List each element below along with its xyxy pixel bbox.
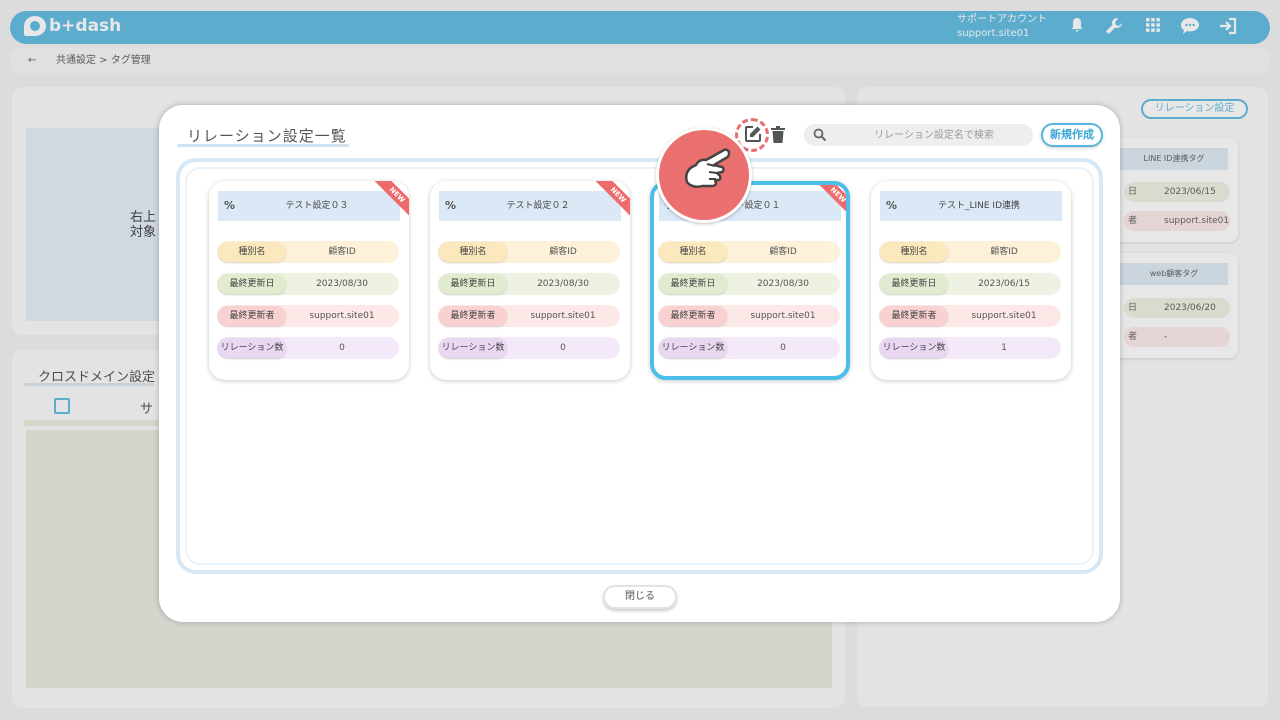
card-row-updated-date: 最終更新日 2023/06/15 [879,273,1061,295]
card-row-type: 種別名 顧客ID [438,241,620,263]
row-label: 最終更新日 [218,274,286,294]
search-input[interactable] [844,124,1024,146]
row-label: 最終更新者 [218,306,286,326]
card-row-relation-count: リレーション数 0 [658,337,840,359]
relation-card[interactable]: % テスト設定０２ NEW 種別名 顧客ID 最終更新日 2023/08/30 最終… [430,181,630,380]
pointing-hand-icon [656,127,752,223]
row-label: 最終更新日 [439,274,507,294]
relation-card[interactable]: % テスト_LINE ID連携 種別名 顧客ID 最終更新日 2023/06/15 … [871,181,1071,380]
card-row-updated-by: 最終更新者 support.site01 [217,305,399,327]
card-row-updated-date: 最終更新日 2023/08/30 [217,273,399,295]
row-label: リレーション数 [659,338,727,358]
row-label: 種別名 [880,242,948,262]
row-value: 2023/08/30 [757,279,809,289]
row-value: 顧客ID [328,247,356,257]
card-row-updated-by: 最終更新者 support.site01 [658,305,840,327]
card-row-updated-by: 最終更新者 support.site01 [438,305,620,327]
row-value: 1 [1001,343,1007,353]
trash-icon[interactable] [771,126,785,143]
row-label: リレーション数 [439,338,507,358]
row-value: 2023/08/30 [316,279,368,289]
row-label: 最終更新日 [659,274,727,294]
card-name: テスト設定０３ [285,201,349,211]
row-value: 顧客ID [990,247,1018,257]
card-row-updated-date: 最終更新日 2023/08/30 [658,273,840,295]
card-row-updated-date: 最終更新日 2023/08/30 [438,273,620,295]
new-create-button[interactable]: 新規作成 [1041,123,1103,147]
row-value: 顧客ID [549,247,577,257]
row-label: リレーション数 [880,338,948,358]
card-header: % テスト設定０３ [218,191,400,221]
row-label: 最終更新者 [880,306,948,326]
row-value: support.site01 [750,311,816,321]
card-row-relation-count: リレーション数 1 [879,337,1061,359]
row-label: 種別名 [218,242,286,262]
row-value: 2023/06/15 [978,279,1030,289]
card-name: テスト設定０２ [506,201,570,211]
row-value: support.site01 [971,311,1037,321]
search-icon [813,128,827,142]
card-row-type: 種別名 顧客ID [217,241,399,263]
card-header: % テスト_LINE ID連携 [880,191,1062,221]
search-field[interactable] [804,124,1033,146]
card-row-relation-count: リレーション数 0 [217,337,399,359]
modal-title: リレーション設定一覧 [187,127,347,145]
card-row-type: 種別名 顧客ID [658,241,840,263]
card-row-relation-count: リレーション数 0 [438,337,620,359]
percent-icon: % [445,199,457,212]
percent-icon: % [886,199,898,212]
row-label: 最終更新日 [880,274,948,294]
card-name: テスト_LINE ID連携 [937,201,1021,211]
row-value: 顧客ID [769,247,797,257]
row-label: 種別名 [439,242,507,262]
card-row-type: 種別名 顧客ID [879,241,1061,263]
close-button[interactable]: 閉じる [603,585,677,609]
modal-title-underline [177,144,349,147]
row-value: 2023/08/30 [537,279,589,289]
row-value: support.site01 [530,311,596,321]
row-value: support.site01 [309,311,375,321]
row-label: 最終更新者 [659,306,727,326]
percent-icon: % [224,199,236,212]
row-value: 0 [339,343,345,353]
relation-card[interactable]: % テスト設定０３ NEW 種別名 顧客ID 最終更新日 2023/08/30 最終… [209,181,409,380]
card-header: % テスト設定０２ [439,191,621,221]
relation-settings-modal: リレーション設定一覧 新規作成 % テスト設定０３ NEW 種別名顧客ID 最終… [159,105,1120,622]
row-label: 種別名 [659,242,727,262]
row-label: リレーション数 [218,338,286,358]
row-label: 最終更新者 [439,306,507,326]
row-value: 0 [780,343,786,353]
row-value: 0 [560,343,566,353]
card-row-updated-by: 最終更新者 support.site01 [879,305,1061,327]
